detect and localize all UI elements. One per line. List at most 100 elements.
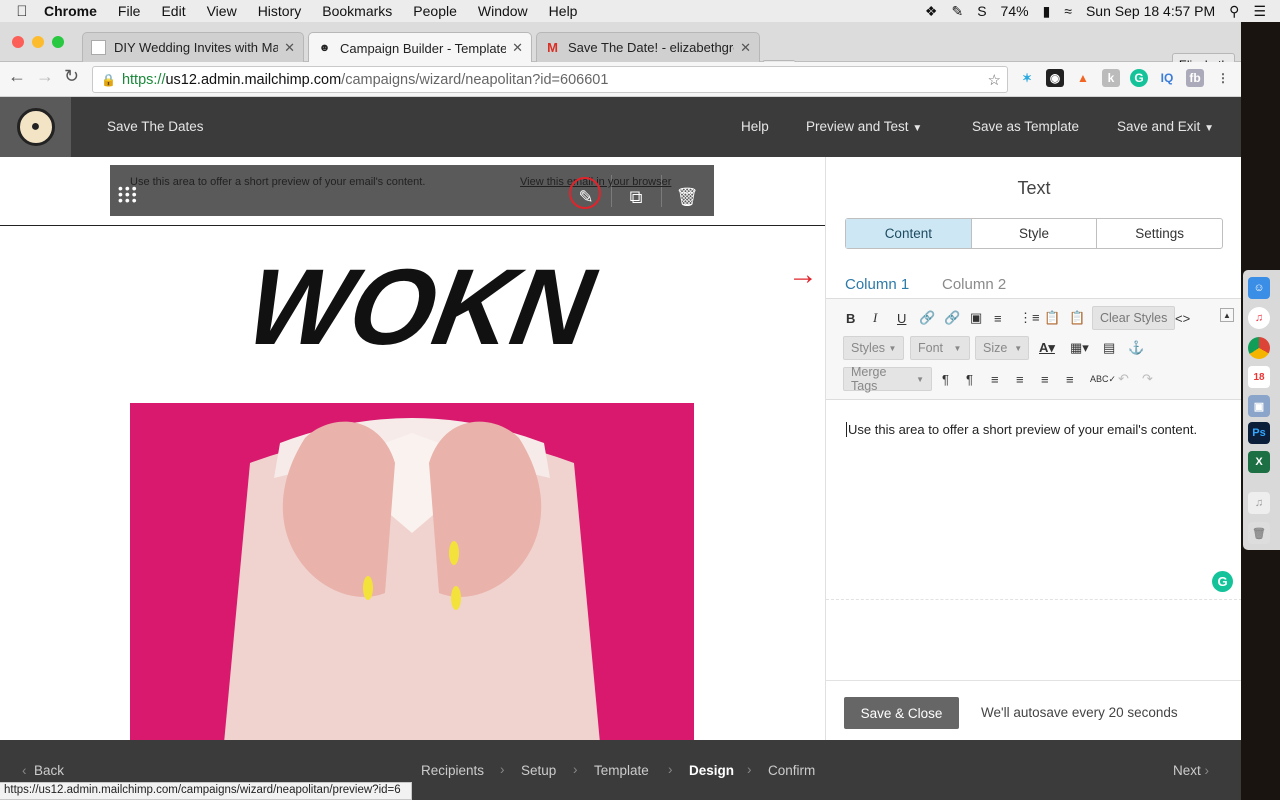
save-and-exit-menu[interactable]: Save and Exit ▼ — [1117, 119, 1214, 134]
brand-logo-image[interactable]: WOKN — [212, 252, 612, 367]
column-2-tab[interactable]: Column 2 — [942, 276, 1006, 293]
help-link[interactable]: Help — [741, 119, 769, 134]
italic-icon[interactable]: I — [873, 307, 877, 329]
campaign-name[interactable]: Save The Dates — [107, 119, 204, 134]
align-left-icon[interactable]: ≡ — [991, 368, 999, 390]
zoom-window-button[interactable] — [52, 36, 64, 48]
mailchimp-logo[interactable]: ● — [0, 97, 71, 157]
menu-app-name[interactable]: Chrome — [44, 3, 97, 19]
email-design-canvas[interactable]: ••• ••• ••• ✎ ⧉ 🗑 Use this area to offer a… — [0, 157, 825, 740]
undo-icon[interactable]: ↶ — [1118, 368, 1129, 390]
duplicate-icon[interactable]: ⧉ — [624, 185, 648, 209]
preview-and-test-menu[interactable]: Preview and Test ▼ — [806, 119, 922, 134]
paste-from-word-icon[interactable]: 📋 — [1069, 307, 1085, 329]
text-editor-body[interactable]: Use this area to offer a short preview o… — [846, 422, 1197, 437]
finder-icon[interactable]: ☺ — [1248, 277, 1270, 299]
minimize-window-button[interactable] — [32, 36, 44, 48]
browser-tab-diy[interactable]: DIY Wedding Invites with Mailc ✕ — [82, 32, 304, 62]
battery-icon[interactable]: ▮ — [1043, 3, 1051, 20]
horizontal-rule-icon[interactable]: ▤ — [1103, 337, 1115, 359]
back-button[interactable]: ‹ Back — [22, 763, 64, 778]
evernote-icon[interactable]: ✎ — [951, 3, 963, 20]
extension-fb-icon[interactable]: fb — [1186, 69, 1204, 87]
align-center-icon[interactable]: ≡ — [1016, 368, 1024, 390]
reload-icon[interactable]: ↻ — [64, 66, 79, 87]
source-code-icon[interactable]: <> — [1175, 307, 1190, 329]
browser-tab-gmail[interactable]: M Save The Date! - elizabethgree ✕ — [536, 32, 760, 62]
grammarly-icon[interactable]: G — [1212, 571, 1233, 592]
align-right-icon[interactable]: ≡ — [1041, 368, 1049, 390]
itunes-icon[interactable]: ♫ — [1248, 307, 1270, 329]
music-document-icon[interactable]: ♫ — [1248, 492, 1270, 514]
rtl-icon[interactable]: ¶ — [966, 368, 973, 390]
styles-dropdown[interactable]: Styles ▼ — [843, 336, 904, 360]
dropbox-icon[interactable]: ❖ — [925, 3, 938, 20]
step-setup[interactable]: Setup — [521, 763, 556, 778]
tab-style[interactable]: Style — [972, 219, 1098, 248]
extension-owl-icon[interactable]: ◉ — [1046, 69, 1064, 87]
browser-tab-campaign-builder[interactable]: ☻ Campaign Builder - Template D ✕ — [308, 32, 532, 63]
save-and-close-button[interactable]: Save & Close — [844, 697, 959, 729]
close-tab-icon[interactable]: ✕ — [284, 40, 295, 56]
drag-handle-icon[interactable]: ••• ••• ••• — [118, 181, 138, 207]
menu-history[interactable]: History — [258, 3, 302, 19]
text-color-icon[interactable]: A▾ — [1039, 337, 1055, 359]
chrome-icon[interactable] — [1248, 337, 1270, 359]
save-as-template-link[interactable]: Save as Template — [972, 119, 1079, 134]
column-1-tab[interactable]: Column 1 — [845, 276, 909, 293]
close-tab-icon[interactable]: ✕ — [512, 40, 523, 56]
close-window-button[interactable] — [12, 36, 24, 48]
wifi-icon[interactable]: ≈ — [1064, 3, 1072, 19]
clear-styles-button[interactable]: Clear Styles — [1092, 306, 1176, 330]
bold-icon[interactable]: B — [846, 307, 855, 329]
step-design[interactable]: Design — [689, 763, 734, 778]
step-confirm[interactable]: Confirm — [768, 763, 815, 778]
underline-icon[interactable]: U — [897, 307, 906, 329]
tab-content[interactable]: Content — [846, 219, 972, 248]
address-bar[interactable]: 🔒 https:// us12.admin.mailchimp.com /cam… — [92, 66, 1008, 93]
trash-icon[interactable]: 🗑 — [675, 185, 699, 209]
trash-can-icon[interactable]: 🗑 — [1248, 522, 1270, 544]
collapse-toolbar-icon[interactable]: ▲ — [1220, 308, 1234, 322]
extension-fire-icon[interactable]: ▲ — [1074, 69, 1092, 87]
clock[interactable]: Sun Sep 18 4:57 PM — [1086, 3, 1215, 19]
spellcheck-icon[interactable]: ABC✓ — [1090, 368, 1116, 390]
extension-iq-icon[interactable]: IQ — [1158, 69, 1176, 87]
menu-edit[interactable]: Edit — [161, 3, 185, 19]
extension-bird-icon[interactable]: ✶ — [1018, 69, 1036, 87]
tab-settings[interactable]: Settings — [1097, 219, 1222, 248]
chrome-menu-icon[interactable]: ⋮ — [1214, 69, 1232, 87]
spotlight-icon[interactable]: ⚲ — [1229, 3, 1239, 20]
next-button[interactable]: Next › — [1173, 763, 1209, 778]
step-template[interactable]: Template — [594, 763, 649, 778]
preheader-text[interactable]: Use this area to offer a short preview o… — [130, 176, 425, 188]
anchor-icon[interactable]: ⚓ — [1128, 337, 1144, 359]
apple-icon[interactable]:  — [0, 3, 44, 20]
background-color-icon[interactable]: ▦▾ — [1070, 337, 1089, 359]
block-toolbar[interactable]: ••• ••• ••• ✎ ⧉ 🗑 — [110, 165, 714, 216]
numbered-list-icon[interactable]: ≡ — [994, 307, 1002, 329]
image-icon[interactable]: ▣ — [970, 307, 982, 329]
grammarly-extension-icon[interactable]: G — [1130, 69, 1148, 87]
merge-tags-dropdown[interactable]: Merge Tags ▼ — [843, 365, 932, 393]
menu-help[interactable]: Help — [549, 3, 578, 19]
notification-center-icon[interactable]: ☰ — [1253, 3, 1266, 20]
excel-icon[interactable]: X — [1248, 451, 1270, 473]
bookmark-star-icon[interactable]: ☆ — [988, 71, 1001, 89]
extension-puzzle-icon[interactable]: k — [1102, 69, 1120, 87]
unlink-icon[interactable]: 🔗 — [944, 307, 960, 329]
justify-icon[interactable]: ≡ — [1066, 368, 1074, 390]
battery-percent[interactable]: 74% — [1001, 3, 1029, 19]
font-dropdown[interactable]: Font ▼ — [910, 336, 970, 360]
skype-icon[interactable]: S — [977, 3, 986, 19]
menu-bookmarks[interactable]: Bookmarks — [322, 3, 392, 19]
bulleted-list-icon[interactable]: ⋮≡ — [1019, 307, 1040, 329]
paste-icon[interactable]: 📋 — [1044, 307, 1060, 329]
preview-icon[interactable]: ▣ — [1248, 395, 1270, 417]
menu-window[interactable]: Window — [478, 3, 528, 19]
close-tab-icon[interactable]: ✕ — [740, 40, 751, 56]
back-arrow-icon[interactable]: ← — [8, 66, 26, 87]
forward-arrow-icon[interactable]: → — [36, 66, 54, 87]
link-icon[interactable]: 🔗 — [919, 307, 935, 329]
menu-file[interactable]: File — [118, 3, 141, 19]
